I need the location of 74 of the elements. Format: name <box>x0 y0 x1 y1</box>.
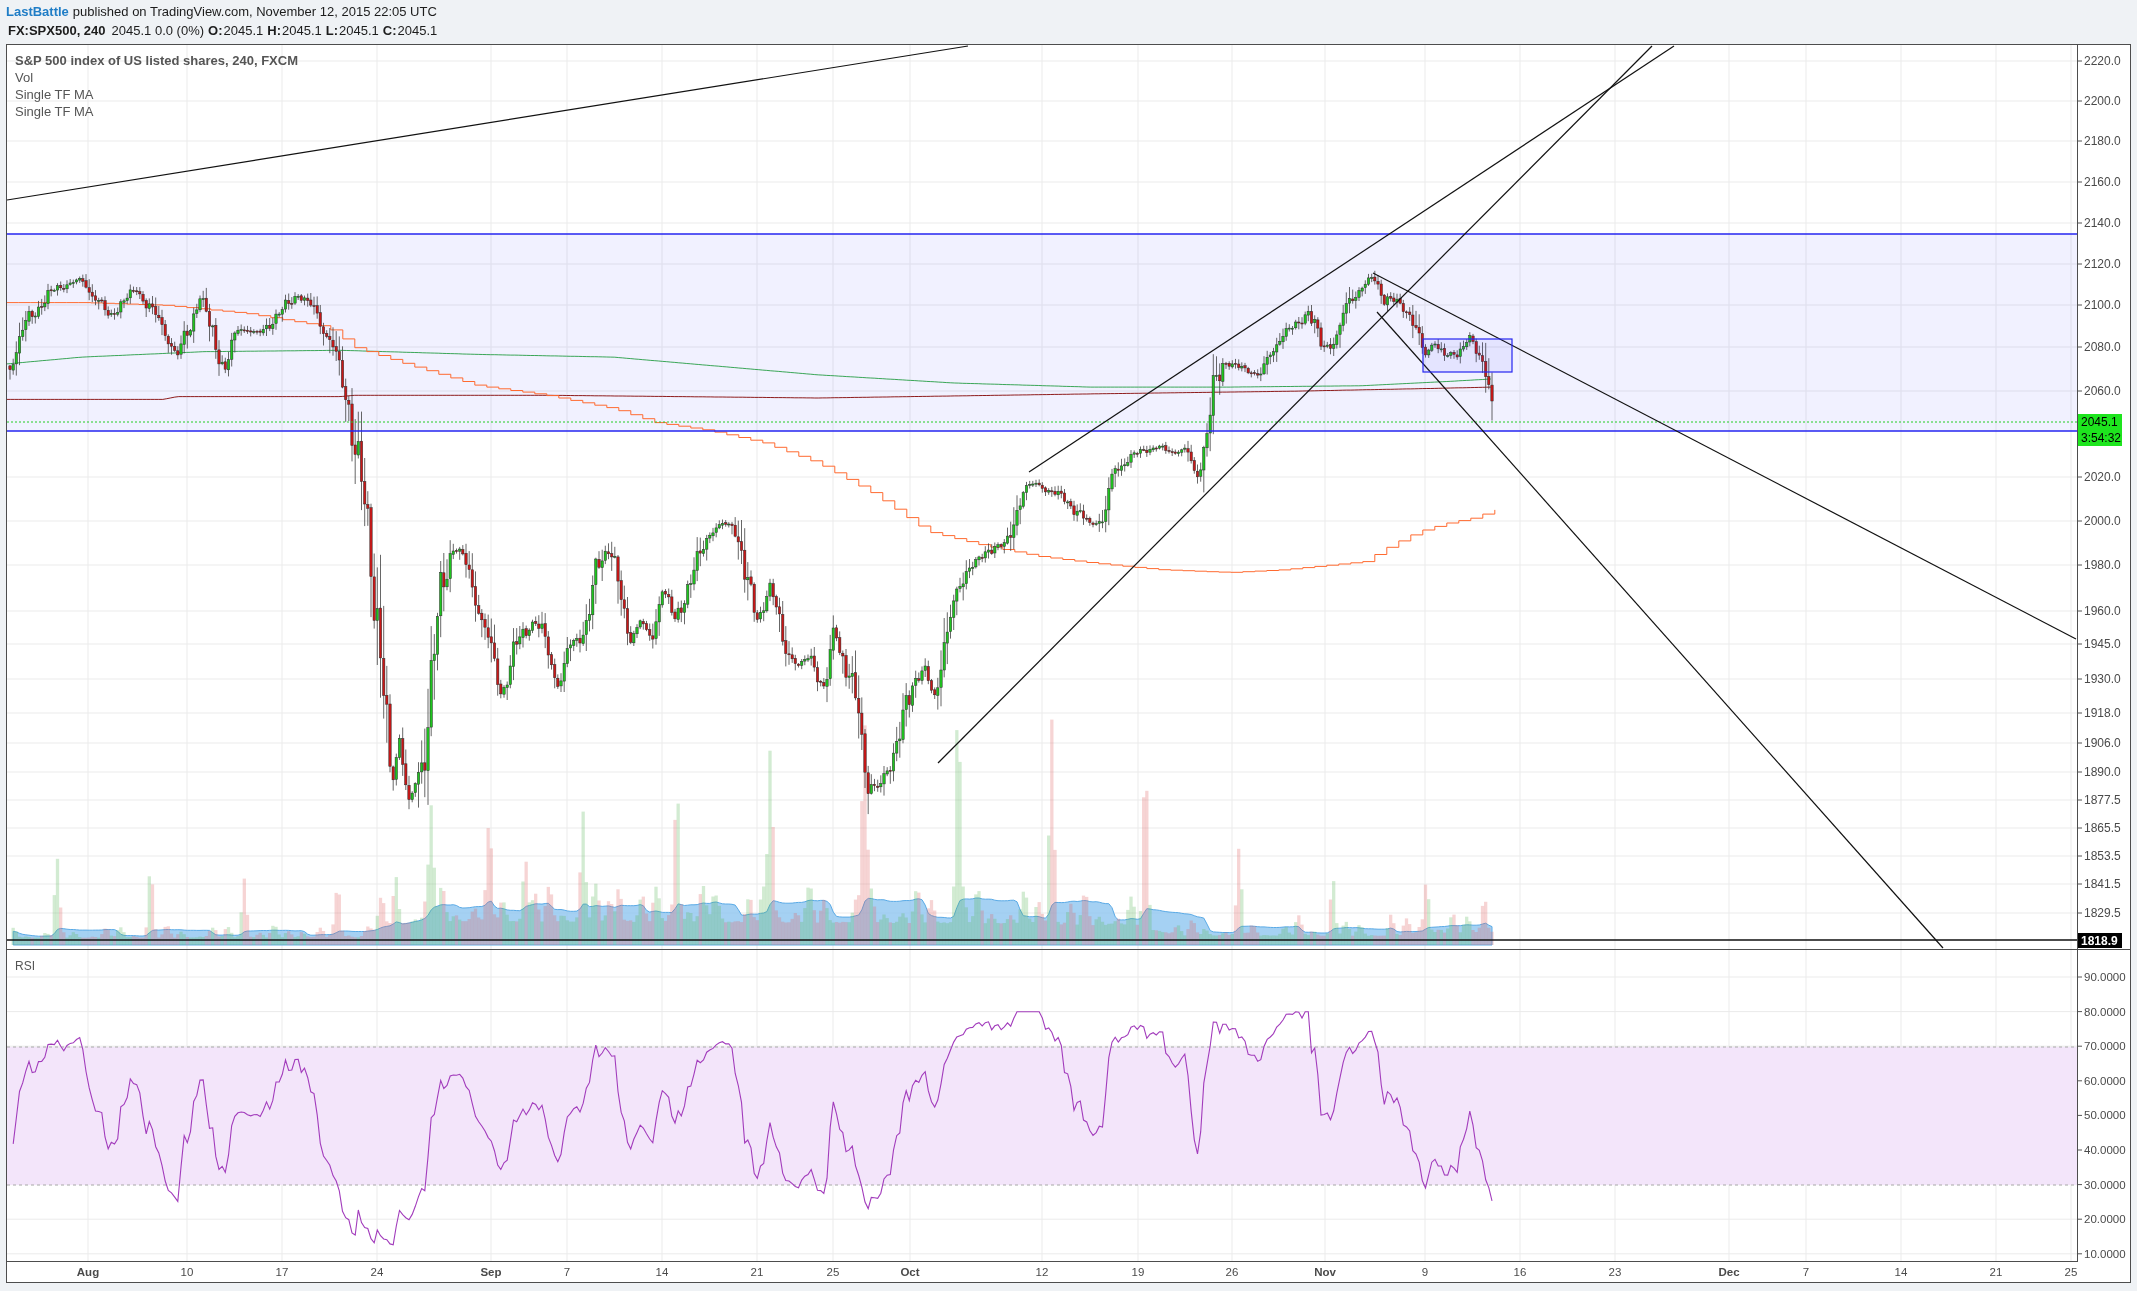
ohlc-label: H: <box>267 22 281 38</box>
publish-info: published on TradingView.com, November 12, 2015 22:05 UTC <box>72 3 437 19</box>
rsi-axis-label: 60.0000 <box>2084 1074 2126 1087</box>
price-axis-label: 2160.0 <box>2084 175 2121 189</box>
price-axis-label: 1980.0 <box>2084 558 2121 572</box>
ohlc-value: 2045.1 <box>223 22 264 38</box>
date-axis-label: Aug <box>76 1266 100 1278</box>
price-axis-label: 1918.0 <box>2084 706 2121 720</box>
date-axis-label: 14 <box>1894 1266 1908 1278</box>
price-axis-label: 2180.0 <box>2084 134 2121 148</box>
ohlc-value: 2045.1 <box>282 22 322 38</box>
date-axis-label: 21 <box>1989 1266 2003 1278</box>
rsi-axis-label: 20.0000 <box>2084 1213 2126 1226</box>
price-axis-label: 1945.0 <box>2084 637 2121 651</box>
study-label: Single TF MA <box>15 103 94 119</box>
price-axis-label: 2220.0 <box>2084 54 2121 68</box>
ohlc-label: O: <box>208 22 223 38</box>
price-axis-label: 2140.0 <box>2084 216 2121 230</box>
price-axis-label: 2020.0 <box>2084 470 2121 484</box>
date-axis-label: 16 <box>1513 1266 1527 1278</box>
price-change: 2045.1 0.0 (0%) <box>111 22 205 38</box>
date-axis-label: 25 <box>826 1266 840 1278</box>
price-axis-label: 1877.5 <box>2084 793 2121 807</box>
rsi-axis-label: 50.0000 <box>2084 1109 2126 1122</box>
price-axis-label: 1930.0 <box>2084 672 2121 686</box>
price-axis-label: 2120.0 <box>2084 257 2121 271</box>
price-axis-label: 1865.5 <box>2084 821 2121 835</box>
date-axis-label: 17 <box>275 1266 289 1278</box>
line-price-tag: 1818.9 <box>2078 933 2122 948</box>
rsi-axis-label: 90.0000 <box>2084 971 2126 983</box>
ohlc-value: 2045.1 <box>397 22 438 38</box>
price-axis-label: 2200.0 <box>2084 94 2121 108</box>
author-link[interactable]: LastBattle <box>6 3 69 19</box>
price-axis-label: 1960.0 <box>2084 604 2121 618</box>
date-axis-label: 12 <box>1035 1266 1049 1278</box>
price-axis-label: 1906.0 <box>2084 736 2121 750</box>
date-axis-label: 7 <box>563 1266 571 1278</box>
date-axis-label: 7 <box>1802 1266 1810 1278</box>
date-axis-label: 10 <box>180 1266 194 1278</box>
rsi-axis-label: 30.0000 <box>2084 1178 2126 1191</box>
countdown-tag: 3:54:32 <box>2078 430 2122 446</box>
rsi-axis-label: 40.0000 <box>2084 1144 2126 1156</box>
chart-title: S&P 500 index of US listed shares, 240, FXCM <box>15 52 298 68</box>
price-axis-label: 1829.5 <box>2084 906 2121 920</box>
last-price-tag: 2045.1 <box>2078 414 2122 430</box>
rsi-axis-label: 10.0000 <box>2084 1247 2126 1260</box>
date-axis-label: 9 <box>1421 1266 1429 1278</box>
study-label: Vol <box>15 69 34 85</box>
symbol-label: FX:SPX500, 240 <box>8 22 106 38</box>
price-axis-label: 2000.0 <box>2084 514 2121 528</box>
date-axis-label: 21 <box>750 1266 764 1278</box>
date-axis-label: Nov <box>1314 1266 1336 1278</box>
date-axis-label: Oct <box>900 1266 920 1278</box>
date-axis-label: 24 <box>370 1266 384 1278</box>
price-axis-label: 1890.0 <box>2084 765 2121 779</box>
rsi-axis-label: 80.0000 <box>2084 1005 2126 1018</box>
date-axis-label: 26 <box>1225 1266 1239 1278</box>
price-axis-label: 1841.5 <box>2084 877 2121 891</box>
price-axis-label: 2100.0 <box>2084 298 2121 312</box>
date-axis-label: 25 <box>2064 1266 2077 1278</box>
date-axis-label: 19 <box>1131 1266 1145 1278</box>
date-axis-label: Dec <box>1718 1266 1740 1278</box>
ohlc-value: 2045.1 <box>339 22 379 38</box>
price-axis-label: 2080.0 <box>2084 340 2121 354</box>
ohlc-label: L: <box>325 22 339 38</box>
rsi-label: RSI <box>15 959 35 973</box>
rsi-axis-label: 70.0000 <box>2084 1040 2126 1053</box>
ohlc-label: C: <box>382 22 397 38</box>
price-axis-label: 2060.0 <box>2084 384 2121 398</box>
date-axis-label: Sep <box>480 1266 502 1278</box>
study-label: Single TF MA <box>15 86 94 102</box>
price-axis-label: 1853.5 <box>2084 849 2121 863</box>
date-axis-label: 23 <box>1608 1266 1622 1278</box>
date-axis-label: 14 <box>655 1266 669 1278</box>
